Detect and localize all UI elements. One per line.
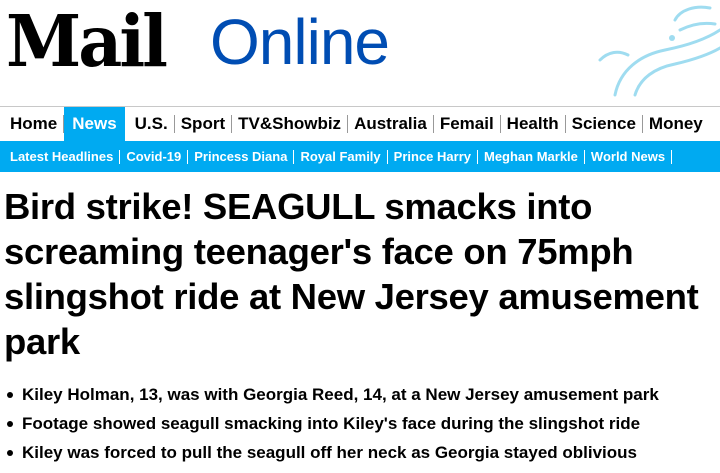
summary-bullet: Footage showed seagull smacking into Kil… xyxy=(4,409,720,438)
summary-bullet: Kiley Holman, 13, was with Georgia Reed,… xyxy=(4,380,720,409)
primary-nav: Home News U.S. Sport TV&Showbiz Australi… xyxy=(0,106,720,141)
creature-eye-icon xyxy=(669,35,675,41)
subnav-item-world-news[interactable]: World News xyxy=(585,150,673,164)
subnav-item-meghan-markle[interactable]: Meghan Markle xyxy=(478,150,585,164)
nav-item-health[interactable]: Health xyxy=(501,115,566,133)
article-summary-bullets: Kiley Holman, 13, was with Georgia Reed,… xyxy=(4,380,720,467)
logo-mail-text: Mail xyxy=(6,0,168,84)
masthead: Mail Online xyxy=(0,0,720,100)
nav-item-femail[interactable]: Femail xyxy=(434,115,501,133)
nav-item-science[interactable]: Science xyxy=(566,115,643,133)
subnav-item-prince-harry[interactable]: Prince Harry xyxy=(388,150,478,164)
subnav-item-covid-19[interactable]: Covid-19 xyxy=(120,150,189,164)
article-headline: Bird strike! SEAGULL smacks into screami… xyxy=(4,186,699,362)
summary-bullet: Kiley was forced to pull the seagull off… xyxy=(4,438,720,467)
decorative-creature-illustration xyxy=(598,5,720,97)
subnav-item-royal-family[interactable]: Royal Family xyxy=(294,150,388,164)
secondary-nav: Latest Headlines Covid-19 Princess Diana… xyxy=(0,141,720,172)
nav-item-news[interactable]: News xyxy=(64,107,125,141)
subnav-item-princess-diana[interactable]: Princess Diana xyxy=(188,150,295,164)
nav-item-home[interactable]: Home xyxy=(4,115,65,133)
nav-item-us[interactable]: U.S. xyxy=(129,115,175,133)
nav-item-money[interactable]: Money xyxy=(643,115,709,133)
nav-item-australia[interactable]: Australia xyxy=(348,115,434,133)
subnav-item-latest-headlines[interactable]: Latest Headlines xyxy=(4,150,121,164)
nav-item-sport[interactable]: Sport xyxy=(175,115,233,133)
nav-item-tv-showbiz[interactable]: TV&Showbiz xyxy=(232,115,349,133)
logo-online-text: Online xyxy=(210,6,390,78)
